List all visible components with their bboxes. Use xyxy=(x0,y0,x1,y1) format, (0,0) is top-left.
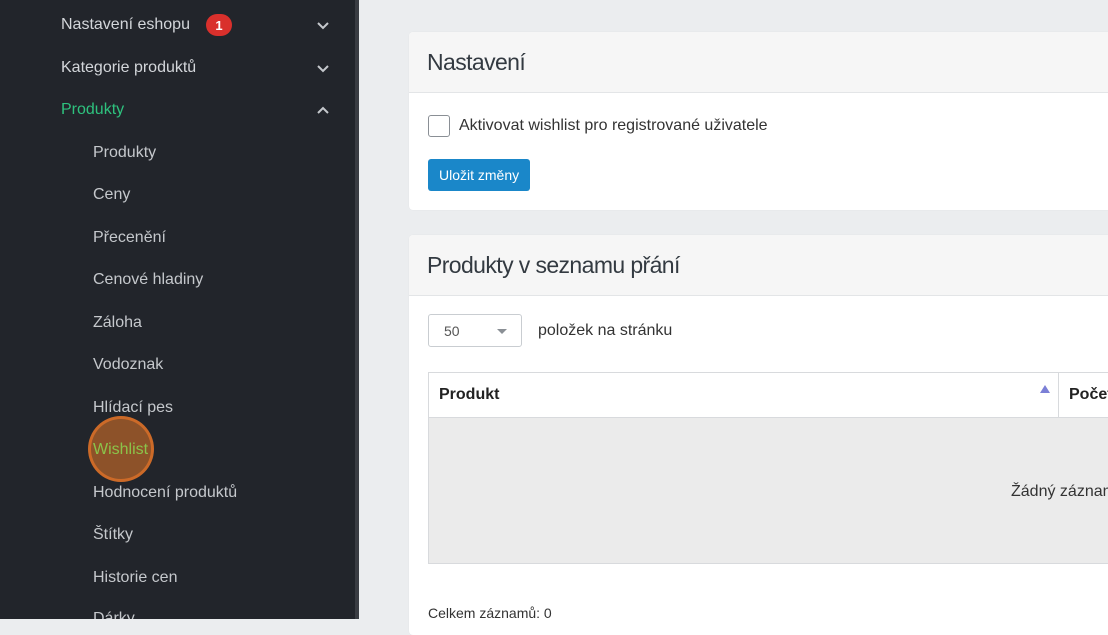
settings-card-title: Nastavení xyxy=(409,32,1108,93)
sidebar-subitem-ceny[interactable]: Ceny xyxy=(93,182,130,208)
sidebar-subitem-historie-cen[interactable]: Historie cen xyxy=(93,565,177,591)
sidebar-subitem-cenove-hladiny[interactable]: Cenové hladiny xyxy=(93,267,203,293)
save-changes-button[interactable]: Uložit změny xyxy=(428,159,531,191)
wishlist-products-title: Produkty v seznamu přání xyxy=(409,235,1108,296)
column-header-label: Počet xyxy=(1069,386,1108,403)
main-content: Nastavení Aktivovat wishlist pro registr… xyxy=(359,0,1108,635)
settings-card-body: Aktivovat wishlist pro registrované uživ… xyxy=(409,93,1108,210)
sidebar-subitem-stitky[interactable]: Štítky xyxy=(93,522,133,548)
sidebar-subitem-hlidaci-pes[interactable]: Hlídací pes xyxy=(93,395,173,421)
sidebar-subitem-zaloha[interactable]: Záloha xyxy=(93,310,142,336)
sidebar-item-label: Nastavení eshopu xyxy=(61,16,190,33)
per-page-label: položek na stránku xyxy=(538,322,673,339)
settings-card: Nastavení Aktivovat wishlist pro registr… xyxy=(409,32,1108,210)
sort-ascending-icon xyxy=(1040,385,1050,393)
wishlist-table: Produkt Počet Žádný záznam xyxy=(428,372,1108,564)
chevron-down-icon xyxy=(317,22,329,30)
sidebar-item-nastaveni-eshopu[interactable]: Nastavení eshopu 1 xyxy=(61,10,331,40)
per-page-value: 50 xyxy=(444,322,460,339)
sidebar-item-label: Kategorie produktů xyxy=(61,59,197,76)
sidebar-subitem-darky[interactable]: Dárky xyxy=(93,606,135,619)
table-header-row: Produkt Počet xyxy=(429,373,1108,418)
chevron-down-icon xyxy=(317,65,329,73)
wishlist-products-body: 50 položek na stránku Produkt Počet Žádn… xyxy=(409,296,1108,635)
per-page-select[interactable]: 50 xyxy=(428,314,522,347)
sidebar-item-label: Produkty xyxy=(61,101,125,118)
table-empty-row: Žádný záznam xyxy=(429,418,1108,563)
wishlist-activate-label[interactable]: Aktivovat wishlist pro registrované uživ… xyxy=(459,117,768,135)
caret-down-icon xyxy=(497,329,507,334)
notification-badge: 1 xyxy=(205,14,232,36)
column-header-produkt[interactable]: Produkt xyxy=(429,373,1059,417)
sidebar-subitem-hodnoceni-produktu[interactable]: Hodnocení produktů xyxy=(93,480,237,506)
sidebar-subitem-vodoznak[interactable]: Vodoznak xyxy=(93,352,163,378)
sidebar-item-produkty[interactable]: Produkty xyxy=(61,95,331,125)
sidebar-subitem-preceneni[interactable]: Přecenění xyxy=(93,225,166,251)
wishlist-activate-checkbox[interactable] xyxy=(428,115,450,137)
wishlist-products-card: Produkty v seznamu přání 50 položek na s… xyxy=(409,235,1108,635)
sidebar-item-kategorie-produktu[interactable]: Kategorie produktů xyxy=(61,53,331,83)
sidebar: Nastavení eshopu 1 Kategorie produktů Pr… xyxy=(0,0,355,619)
column-header-pocet[interactable]: Počet xyxy=(1059,373,1108,417)
sidebar-subitem-produkty[interactable]: Produkty xyxy=(93,140,156,166)
sidebar-subitem-wishlist[interactable]: Wishlist xyxy=(93,437,148,463)
chevron-up-icon xyxy=(317,106,329,114)
column-header-label: Produkt xyxy=(439,386,500,403)
empty-message: Žádný záznam xyxy=(1011,483,1108,500)
